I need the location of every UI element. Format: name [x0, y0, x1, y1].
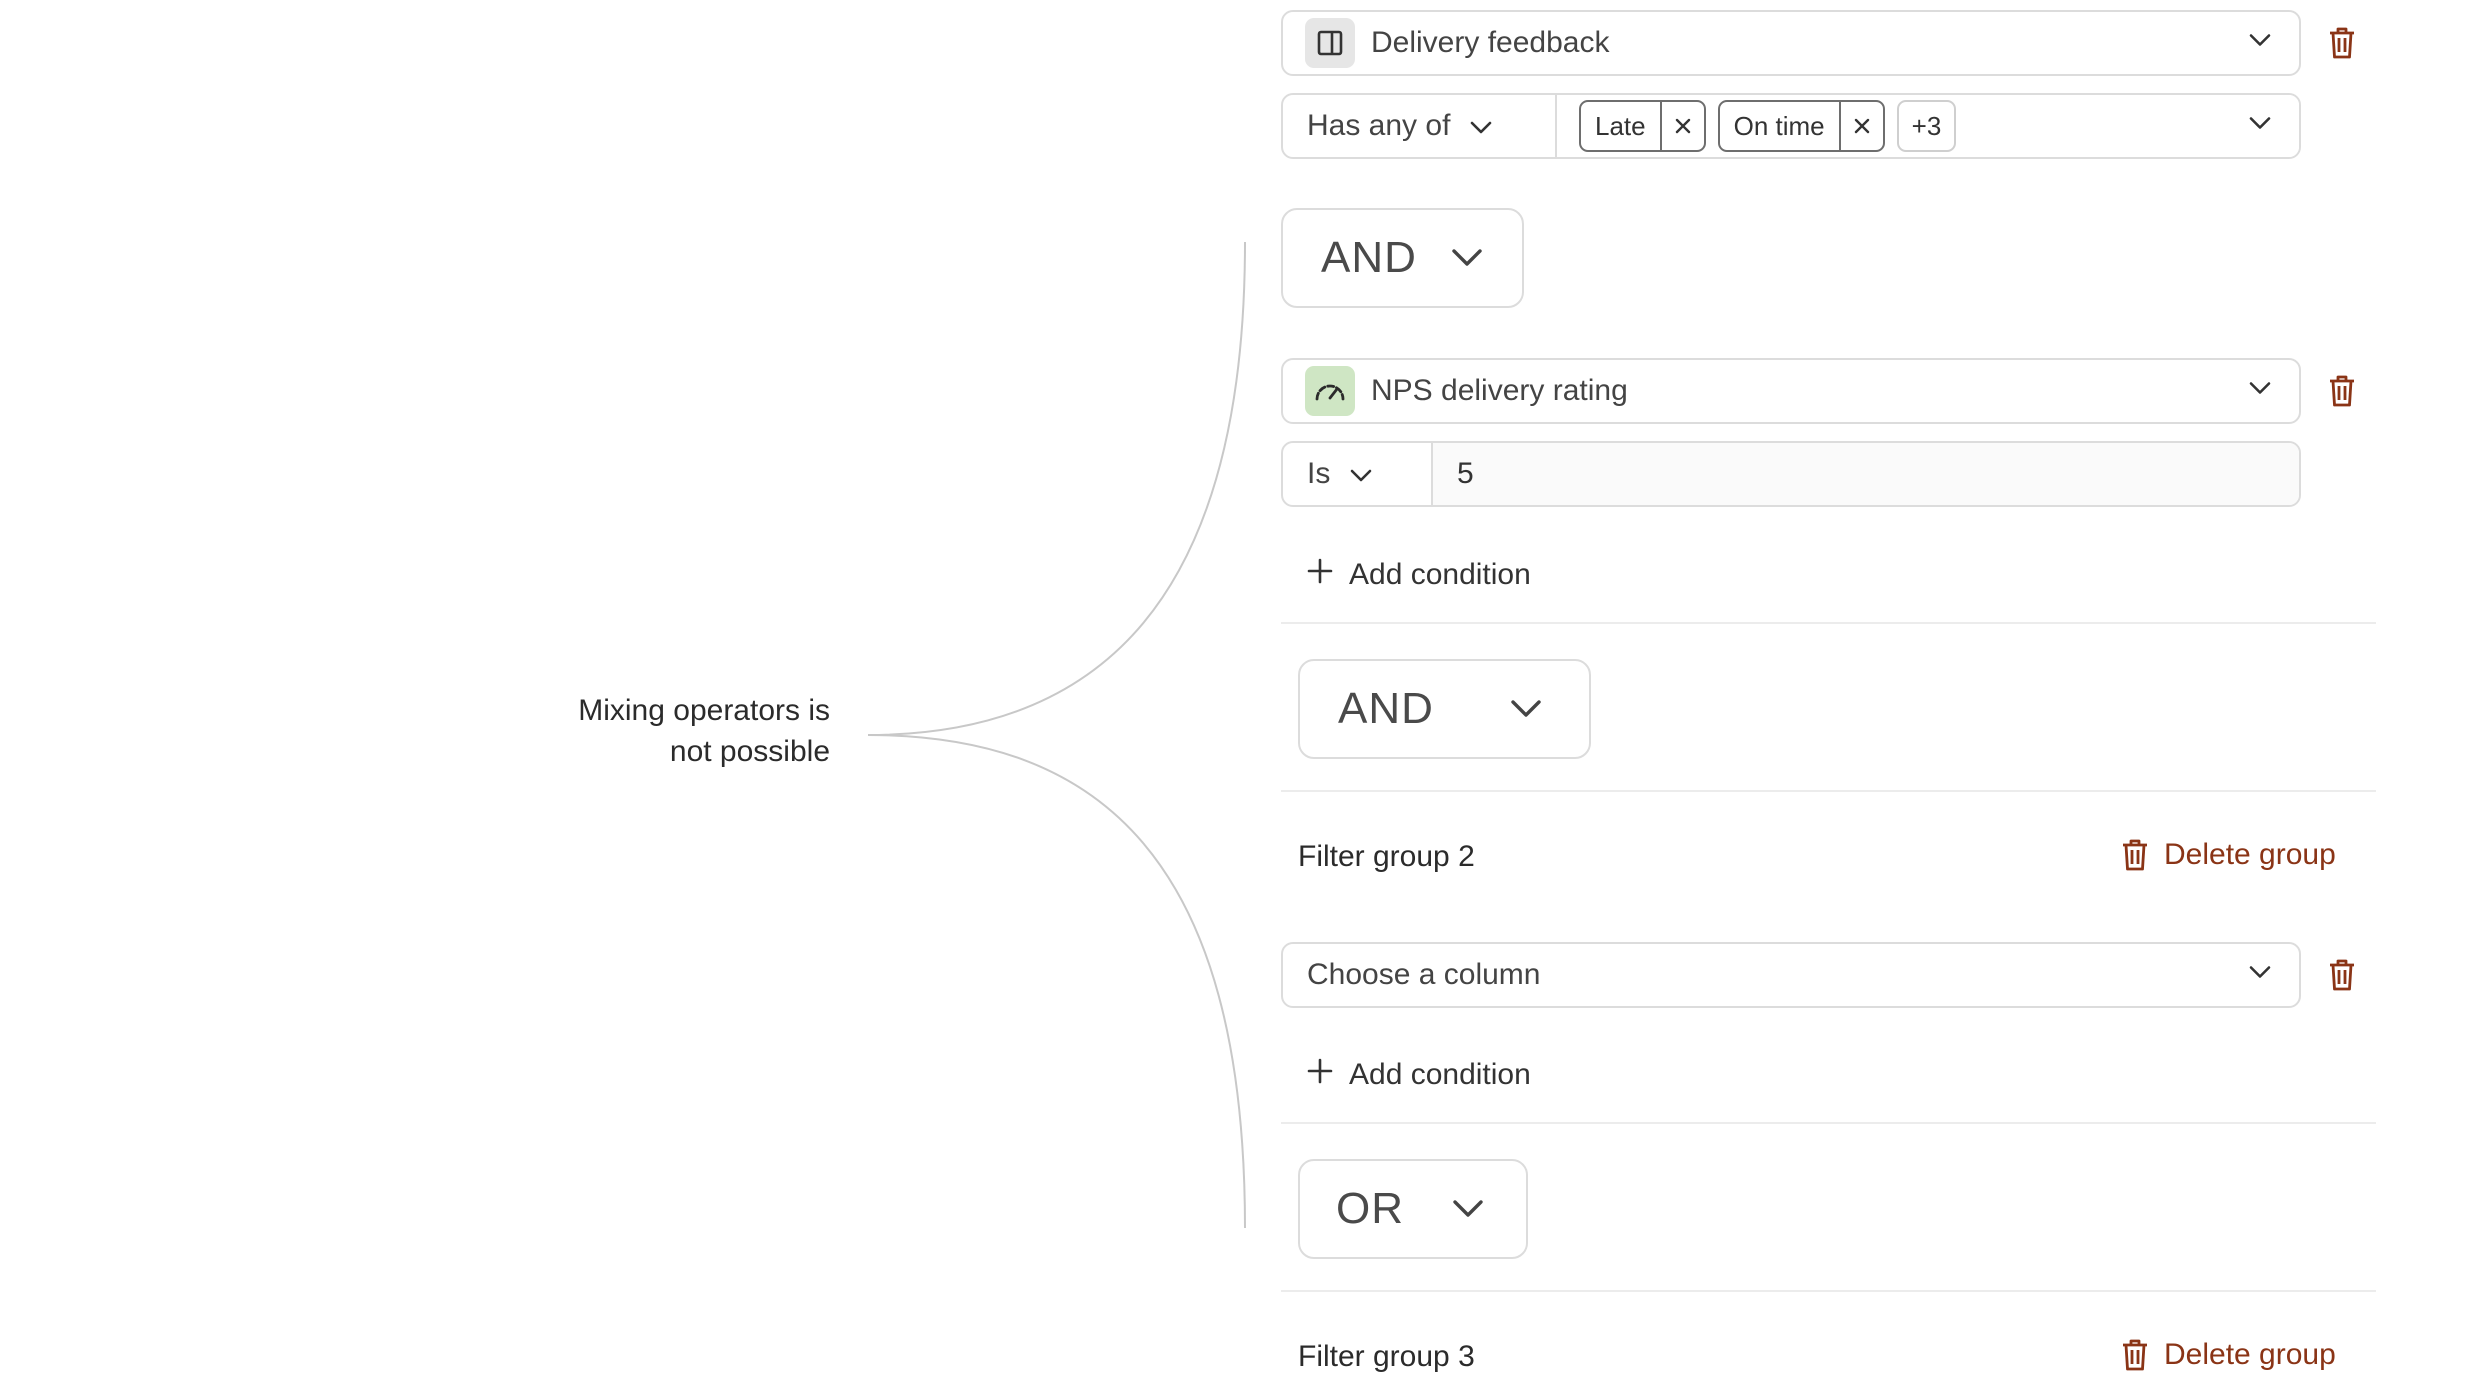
gauge-icon [1305, 366, 1355, 416]
logic-label: AND [1338, 684, 1434, 733]
add-condition-label: Add condition [1349, 558, 1531, 591]
trash-icon [2123, 839, 2147, 871]
annotation-line-1: Mixing operators is [578, 694, 830, 727]
column-select-empty[interactable]: Choose a column [1281, 942, 2301, 1008]
delete-group-button[interactable]: Delete group [2120, 1338, 2336, 1372]
operator-label: Has any of [1307, 109, 1451, 142]
chevron-down-icon [1470, 109, 1492, 143]
delete-condition-button[interactable] [2322, 23, 2362, 63]
chip-late: Late [1579, 100, 1706, 152]
annotation-note: Mixing operators is not possible [500, 690, 830, 772]
column-name: Delivery feedback [1371, 26, 1610, 59]
condition-operator-row: Has any of Late On time +3 [1281, 93, 2301, 159]
value-text: 5 [1457, 457, 1474, 490]
logic-label: AND [1321, 233, 1417, 282]
delete-condition-button[interactable] [2322, 371, 2362, 411]
value-multiselect[interactable]: Late On time +3 [1557, 95, 2299, 157]
group-logic-operator-select[interactable]: AND [1298, 659, 1591, 759]
divider [1281, 622, 2376, 624]
condition-operator-row: Is 5 [1281, 441, 2301, 507]
divider [1281, 790, 2376, 792]
delete-condition-button[interactable] [2322, 955, 2362, 995]
operator-label: Is [1307, 457, 1331, 490]
plus-icon [1307, 1058, 1333, 1092]
divider [1281, 1290, 2376, 1292]
column-placeholder: Choose a column [1307, 958, 1541, 991]
add-condition-button[interactable]: Add condition [1307, 1052, 1531, 1098]
trash-icon [2330, 375, 2354, 407]
delete-group-label: Delete group [2164, 1338, 2336, 1371]
operator-select[interactable]: Is [1283, 443, 1433, 505]
chevron-down-icon [1350, 457, 1372, 491]
logic-operator-select[interactable]: AND [1281, 208, 1524, 308]
group-logic-operator-select[interactable]: OR [1298, 1159, 1528, 1259]
chevron-down-icon [2249, 382, 2271, 401]
close-icon[interactable] [1838, 102, 1883, 150]
chevron-down-icon [2249, 966, 2271, 985]
annotation-line-2: not possible [669, 735, 830, 768]
trash-icon [2330, 959, 2354, 991]
chip-label: On time [1733, 110, 1825, 141]
chip-label: Late [1595, 110, 1646, 141]
delete-group-label: Delete group [2164, 838, 2336, 871]
chevron-down-icon [1510, 699, 1542, 719]
operator-select[interactable]: Has any of [1283, 95, 1557, 157]
group-title: Filter group 3 [1298, 1340, 1475, 1373]
add-condition-label: Add condition [1349, 1058, 1531, 1091]
chevron-down-icon [1451, 248, 1483, 268]
annotation-bracket [867, 241, 1246, 1229]
chevron-down-icon [2249, 117, 2271, 136]
trash-icon [2330, 27, 2354, 59]
close-icon[interactable] [1659, 102, 1704, 150]
divider [1281, 1122, 2376, 1124]
plus-icon [1307, 558, 1333, 592]
column-select-nps-delivery-rating[interactable]: NPS delivery rating [1281, 358, 2301, 424]
group-title: Filter group 2 [1298, 840, 1475, 873]
trash-icon [2123, 1339, 2147, 1371]
panel-icon [1305, 18, 1355, 68]
chip-on-time: On time [1717, 100, 1885, 152]
chevron-down-icon [2249, 34, 2271, 53]
more-chips-badge[interactable]: +3 [1896, 100, 1957, 152]
delete-group-button[interactable]: Delete group [2120, 838, 2336, 872]
chevron-down-icon [1452, 1199, 1484, 1219]
column-name: NPS delivery rating [1371, 374, 1628, 407]
value-input[interactable]: 5 [1433, 443, 2299, 505]
column-select-delivery-feedback[interactable]: Delivery feedback [1281, 10, 2301, 76]
add-condition-button[interactable]: Add condition [1307, 552, 1531, 598]
logic-label: OR [1336, 1184, 1404, 1233]
